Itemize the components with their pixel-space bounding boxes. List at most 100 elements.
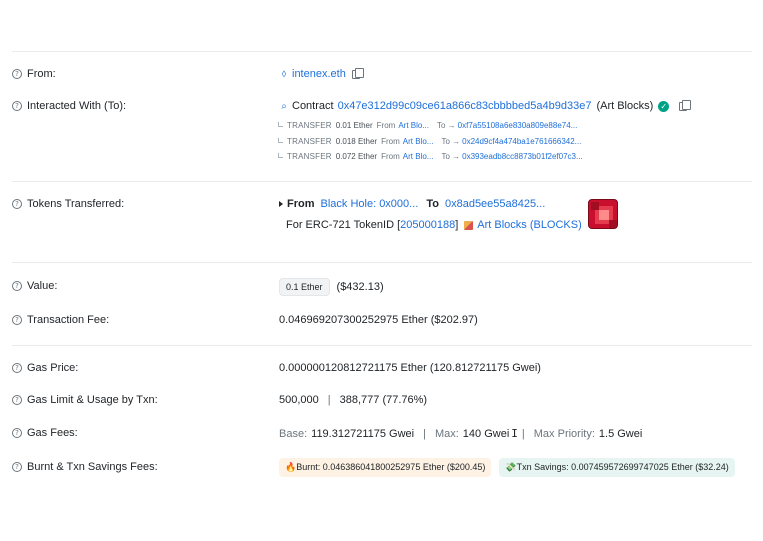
gas-limit-value: 500,000 | 388,777 (77.76%) <box>279 394 427 406</box>
divider <box>12 181 752 182</box>
divider <box>12 345 752 346</box>
question-circle-icon[interactable]: ? <box>12 395 22 405</box>
transaction-details: ? From: ◊ intenex.eth ? Interacted With … <box>0 0 763 541</box>
token-id-link[interactable]: 205000188 <box>400 219 455 231</box>
max-fee-label: Max: <box>434 427 459 440</box>
gas-fees-value: Base: 119.312721175 Gwei | Max: 140 Gwei… <box>279 427 642 440</box>
burnt-value: 🔥Burnt: 0.046386041800252975 Ether ($200… <box>279 458 735 477</box>
transfer-amount: 0.072 Ether <box>335 152 378 161</box>
question-circle-icon[interactable]: ? <box>12 363 22 373</box>
separator: | <box>521 427 525 440</box>
from-label-wrap: ? From: <box>12 68 56 80</box>
value-value: 0.1 Ether ($432.13) <box>279 278 384 296</box>
contract-address-link[interactable]: 0x47e312d99c09ce61a866c83cbbbbed5a4b9d33… <box>338 100 592 112</box>
savings-badge: 💸Txn Savings: 0.007459572699747025 Ether… <box>499 458 735 477</box>
base-fee-label: Base: <box>279 427 308 440</box>
question-circle-icon[interactable]: ? <box>12 315 22 325</box>
gas-usage-amount: 388,777 (77.76%) <box>339 394 428 406</box>
interacted-label-wrap: ? Interacted With (To): <box>12 100 126 112</box>
transfer-to-word: To → <box>441 137 461 146</box>
transfer-to-word: To → <box>441 152 461 161</box>
ens-icon: ◊ <box>281 69 287 79</box>
internal-transfer-row: TRANSFER 0.072 Ether From Art Blo... To … <box>278 152 583 161</box>
gas-fees-label-wrap: ? Gas Fees: <box>12 427 78 439</box>
transfer-amount: 0.018 Ether <box>335 137 378 146</box>
tree-corner-icon <box>278 137 283 143</box>
nft-shape <box>591 202 599 210</box>
divider <box>12 262 752 263</box>
token-for-suffix: ] <box>455 219 459 231</box>
question-circle-icon[interactable]: ? <box>12 199 22 209</box>
internal-transfer-row: TRANSFER 0.01 Ether From Art Blo... To →… <box>278 121 577 130</box>
interacted-value: ⌕ Contract 0x47e312d99c09ce61a866c83cbbb… <box>279 99 692 112</box>
art-blocks-logo-icon <box>464 220 474 230</box>
transfer-kind: TRANSFER <box>287 121 332 130</box>
from-value: ◊ intenex.eth <box>279 67 364 80</box>
copy-icon[interactable] <box>351 67 364 79</box>
tokens-to-link[interactable]: 0x8ad5ee55a8425... <box>445 198 545 210</box>
question-circle-icon[interactable]: ? <box>12 428 22 438</box>
tokens-detail: For ERC-721 TokenID [ 205000188 ] Art Bl… <box>286 219 582 231</box>
question-circle-icon[interactable]: ? <box>12 101 22 111</box>
gas-price-label-wrap: ? Gas Price: <box>12 362 78 374</box>
transfer-to-link[interactable]: 0xf7a55108a6e830a809e88e74... <box>458 121 578 130</box>
value-usd: ($432.13) <box>336 281 384 293</box>
check-circle-icon: ✓ <box>658 100 670 112</box>
internal-transfer-row: TRANSFER 0.018 Ether From Art Blo... To … <box>278 137 581 146</box>
tokens-label: Tokens Transferred: <box>27 198 125 210</box>
nft-shape <box>609 220 617 228</box>
text-cursor-icon: I <box>511 427 518 440</box>
priority-fee-amount: 1.5 Gwei <box>598 427 643 440</box>
gas-limit-label-wrap: ? Gas Limit & Usage by Txn: <box>12 394 158 406</box>
tree-corner-icon <box>278 152 283 158</box>
tokens-to-word: To <box>426 198 439 210</box>
gas-price-label: Gas Price: <box>27 362 79 374</box>
tokens-label-wrap: ? Tokens Transferred: <box>12 198 124 210</box>
transfer-to-link[interactable]: 0x393eadb8cc8873b01f2ef07c3... <box>462 152 583 161</box>
transfer-from-link[interactable]: Art Blo... <box>398 121 429 130</box>
contract-prefix: Contract <box>292 100 334 112</box>
tokens-value: From Black Hole: 0x000... To 0x8ad5ee55a… <box>279 198 545 210</box>
token-collection-link[interactable]: Art Blocks (BLOCKS) <box>477 219 582 231</box>
gas-fees-label: Gas Fees: <box>27 427 78 439</box>
transfer-from-word: From <box>376 121 396 130</box>
transfer-to-word: To → <box>437 121 456 130</box>
value-badge: 0.1 Ether <box>279 278 330 296</box>
separator: | <box>327 394 331 406</box>
from-label: From: <box>27 68 56 80</box>
contract-search-icon: ⌕ <box>281 100 287 112</box>
question-circle-icon[interactable]: ? <box>12 281 22 291</box>
value-label-wrap: ? Value: <box>12 280 57 292</box>
max-fee-amount: 140 Gwei <box>462 427 510 440</box>
token-for-prefix: For ERC-721 TokenID [ <box>286 219 401 231</box>
interacted-label: Interacted With (To): <box>27 100 127 112</box>
fee-amount: 0.046969207300252975 Ether ($202.97) <box>279 314 478 326</box>
fee-label: Transaction Fee: <box>27 314 110 326</box>
transfer-from-word: From <box>381 137 400 146</box>
question-circle-icon[interactable]: ? <box>12 69 22 79</box>
tokens-from-link[interactable]: Black Hole: 0x000... <box>321 198 419 210</box>
fee-label-wrap: ? Transaction Fee: <box>12 314 109 326</box>
transfer-kind: TRANSFER <box>287 137 332 146</box>
tree-corner-icon <box>278 121 283 127</box>
transfer-to-link[interactable]: 0x24d9cf4a474ba1e761666342... <box>462 137 581 146</box>
burnt-badge: 🔥Burnt: 0.046386041800252975 Ether ($200… <box>279 458 492 477</box>
value-label: Value: <box>27 280 58 292</box>
copy-icon[interactable] <box>679 99 692 111</box>
gas-price-value: 0.000000120812721175 Ether (120.81272117… <box>279 362 541 374</box>
divider <box>12 51 752 52</box>
gas-price-amount: 0.000000120812721175 Ether (120.81272117… <box>279 362 541 374</box>
gas-limit-label: Gas Limit & Usage by Txn: <box>27 394 158 406</box>
transfer-from-link[interactable]: Art Blo... <box>403 137 434 146</box>
nft-thumbnail[interactable] <box>588 199 618 229</box>
priority-fee-label: Max Priority: <box>533 427 595 440</box>
base-fee-amount: 119.312721175 Gwei <box>311 427 415 440</box>
gas-limit-amount: 500,000 <box>279 394 319 406</box>
fee-value: 0.046969207300252975 Ether ($202.97) <box>279 314 478 326</box>
contract-name: (Art Blocks) <box>596 100 654 112</box>
transfer-from-link[interactable]: Art Blo... <box>403 152 434 161</box>
tokens-from-word: From <box>287 198 315 210</box>
from-address-link[interactable]: intenex.eth <box>292 68 346 80</box>
transfer-amount: 0.01 Ether <box>335 121 373 130</box>
question-circle-icon[interactable]: ? <box>12 462 22 472</box>
